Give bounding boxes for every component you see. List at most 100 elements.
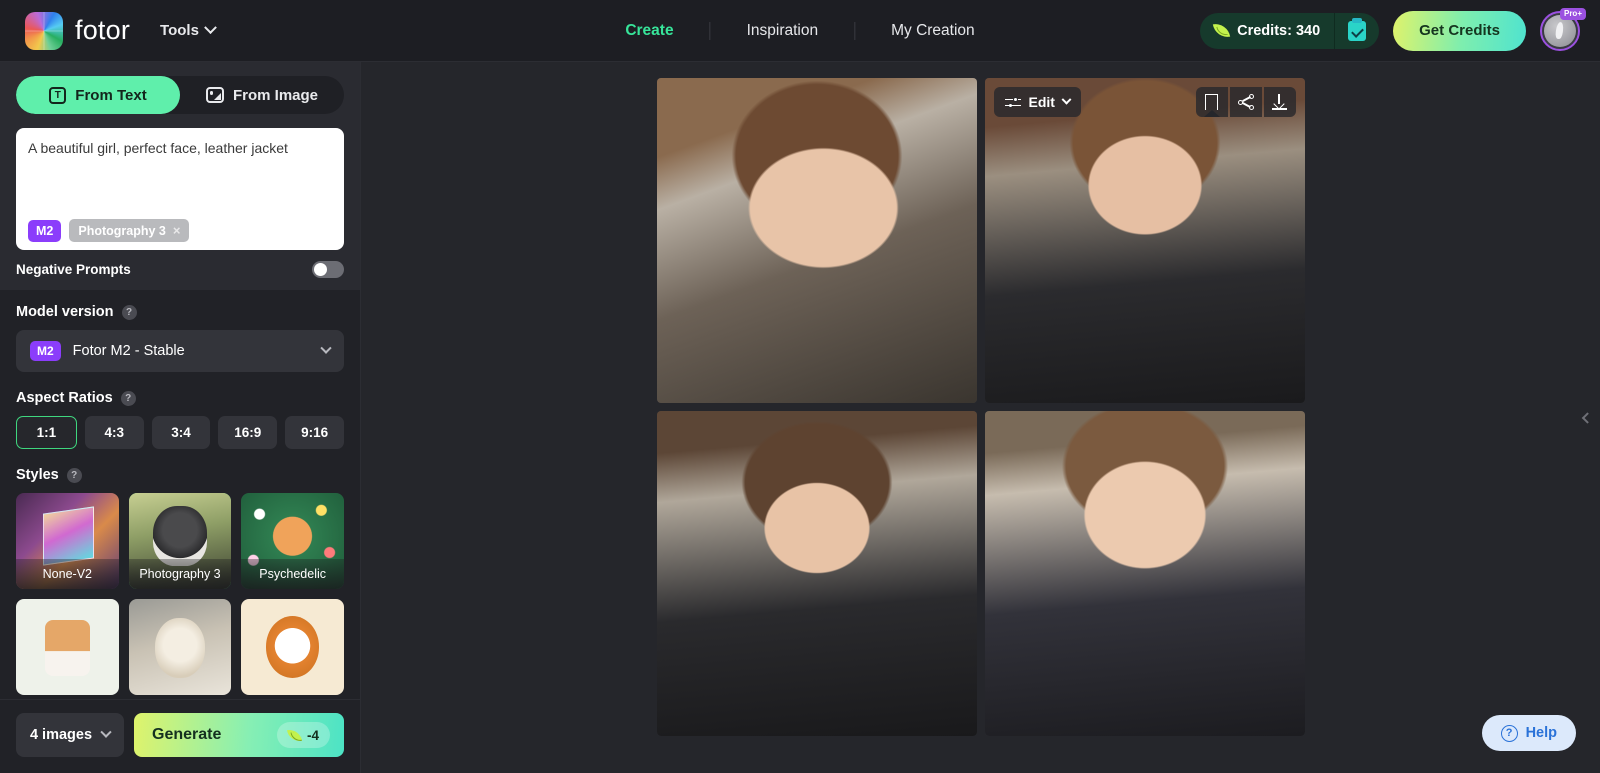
tools-label: Tools [160,22,199,39]
header-actions: Credits: 340 Get Credits Pro+ [1200,11,1580,51]
styles-grid: None-V2 Photography 3 Psychedelic [16,493,344,695]
style-thumbnail [129,599,232,695]
nav-item-my-creation[interactable]: My Creation [855,22,1011,40]
styles-heading: Styles ? [16,467,344,483]
bookmark-icon [1205,94,1218,110]
help-icon[interactable]: ? [122,305,137,320]
prompt-text: A beautiful girl, perfect face, leather … [28,139,332,219]
aspect-ratio-3-4[interactable]: 3:4 [152,416,211,449]
generated-image [985,78,1305,403]
collapse-panel-button[interactable] [1578,398,1594,438]
image-count-value: 4 images [30,727,92,743]
prompt-section: T From Text From Image A beautiful girl,… [0,62,360,290]
generated-image [657,411,977,736]
aspect-ratios-label: Aspect Ratios [16,390,113,406]
leaf-icon [1213,22,1230,39]
negative-prompts-toggle[interactable] [312,261,344,278]
tools-menu-button[interactable]: Tools [160,22,215,39]
style-card-none-v2[interactable]: None-V2 [16,493,119,589]
help-icon[interactable]: ? [67,468,82,483]
close-icon[interactable]: × [173,223,181,238]
prompt-tags: M2 Photography 3 × [28,219,332,242]
image-count-select[interactable]: 4 images [16,713,124,757]
aspect-ratio-16-9[interactable]: 16:9 [218,416,277,449]
style-card-6[interactable] [241,599,344,695]
pro-badge: Pro+ [1560,8,1586,20]
clipboard-check-icon [1348,21,1366,41]
tasks-button[interactable] [1335,13,1379,49]
styles-label: Styles [16,467,59,483]
style-card-4[interactable] [16,599,119,695]
model-badge: M2 [30,341,61,361]
bookmark-button[interactable] [1196,87,1228,117]
generate-button[interactable]: Generate -4 [134,713,344,757]
download-icon [1272,94,1287,110]
generate-bar: 4 images Generate -4 [0,699,360,773]
brand-logo[interactable]: fotor [25,12,130,50]
download-button[interactable] [1264,87,1296,117]
main-nav: Create Inspiration My Creation [589,22,1010,40]
aspect-ratios-heading: Aspect Ratios ? [16,390,344,406]
share-button[interactable] [1230,87,1262,117]
image-action-icons [1196,87,1296,117]
result-image-4[interactable] [985,411,1305,736]
edit-label: Edit [1029,94,1055,110]
result-image-1[interactable] [657,78,977,403]
negative-prompts-row: Negative Prompts [16,261,344,278]
avatar[interactable]: Pro+ [1540,11,1580,51]
help-button[interactable]: ? Help [1482,715,1576,751]
leaf-icon [287,727,302,742]
mode-tabs: T From Text From Image [16,76,344,114]
generated-image [985,411,1305,736]
model-version-select[interactable]: M2 Fotor M2 - Stable [16,330,344,372]
aspect-ratio-4-3[interactable]: 4:3 [85,416,144,449]
nav-item-create[interactable]: Create [589,22,709,40]
credits-button[interactable]: Credits: 340 [1200,13,1334,49]
results-grid: Edit [657,78,1305,773]
tab-from-image-label: From Image [233,87,318,104]
tag-model-m2[interactable]: M2 [28,220,61,242]
style-card-psychedelic[interactable]: Psychedelic [241,493,344,589]
tag-style-photography[interactable]: Photography 3 × [69,219,189,242]
results-canvas: Edit [361,62,1600,773]
nav-item-inspiration[interactable]: Inspiration [711,22,855,40]
prompt-input[interactable]: A beautiful girl, perfect face, leather … [16,128,344,250]
top-header: fotor Tools Create Inspiration My Creati… [0,0,1600,62]
fotor-logo-icon [25,12,63,50]
left-panel: T From Text From Image A beautiful girl,… [0,62,361,773]
negative-prompts-label: Negative Prompts [16,262,131,277]
model-version-label: Model version [16,304,114,320]
model-version-value: Fotor M2 - Stable [73,343,185,359]
style-label: Photography 3 [129,559,232,589]
style-card-5[interactable] [129,599,232,695]
text-icon: T [49,87,66,104]
credits-group: Credits: 340 [1200,13,1379,49]
result-image-2[interactable]: Edit [985,78,1305,403]
model-version-heading: Model version ? [16,304,344,320]
tab-from-text-label: From Text [75,87,146,104]
generate-cost-value: -4 [307,728,319,743]
question-mark-icon: ? [1501,725,1518,742]
brand-name: fotor [75,15,130,46]
tag-style-label: Photography 3 [78,224,166,238]
help-icon[interactable]: ? [121,391,136,406]
share-icon [1238,94,1254,110]
tab-from-image[interactable]: From Image [180,76,344,114]
edit-button[interactable]: Edit [994,87,1081,117]
help-label: Help [1526,725,1557,741]
aspect-ratio-9-16[interactable]: 9:16 [285,416,344,449]
aspect-ratio-1-1[interactable]: 1:1 [16,416,77,449]
get-credits-button[interactable]: Get Credits [1393,11,1526,51]
generate-cost: -4 [277,722,330,748]
image-hover-toolbar: Edit [994,87,1296,117]
fotor-ai-image-generator: fotor Tools Create Inspiration My Creati… [0,0,1600,773]
credits-label: Credits: 340 [1237,23,1320,39]
image-icon [206,87,224,103]
generated-image [657,78,977,403]
tab-from-text[interactable]: T From Text [16,76,180,114]
style-card-photography-3[interactable]: Photography 3 [129,493,232,589]
result-image-3[interactable] [657,411,977,736]
settings-scroll: Model version ? M2 Fotor M2 - Stable Asp… [0,290,360,699]
chevron-down-icon [1062,94,1072,104]
generate-label: Generate [152,726,221,744]
